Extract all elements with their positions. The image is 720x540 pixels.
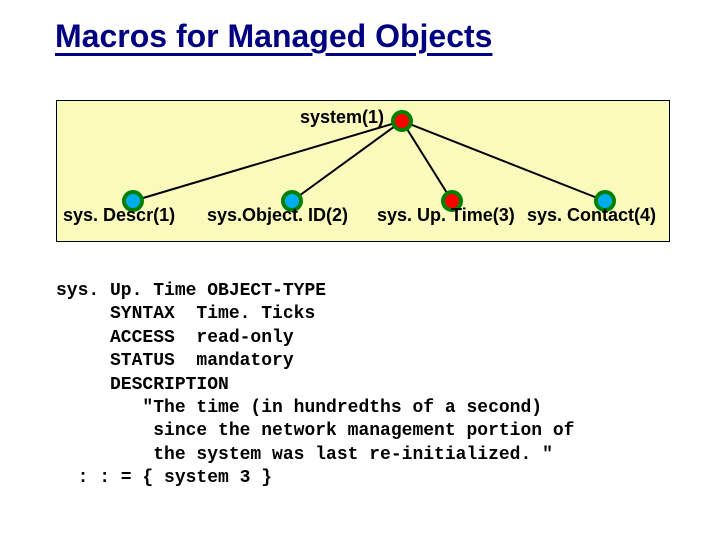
- tree-edge: [402, 121, 452, 201]
- macro-line: DESCRIPTION: [56, 375, 229, 395]
- macro-definition: sys. Up. Time OBJECT-TYPE SYNTAX Time. T…: [56, 280, 668, 491]
- leaf-label-syscontact: sys. Contact(4): [527, 205, 656, 226]
- root-node-icon: [393, 112, 411, 130]
- macro-line: the system was last re-initialized. ": [56, 445, 553, 465]
- macro-line: SYNTAX Time. Ticks: [56, 304, 315, 324]
- slide-title: Macros for Managed Objects: [55, 18, 492, 55]
- macro-line: : : = { system 3 }: [56, 468, 272, 488]
- leaf-label-sysobjectid: sys.Object. ID(2): [207, 205, 348, 226]
- root-node-label: system(1): [57, 107, 384, 128]
- macro-line: since the network management portion of: [56, 421, 574, 441]
- tree-edge: [402, 121, 605, 201]
- macro-line: ACCESS read-only: [56, 328, 294, 348]
- macro-line: sys. Up. Time OBJECT-TYPE: [56, 281, 326, 301]
- leaf-label-sysdescr: sys. Descr(1): [63, 205, 175, 226]
- leaf-label-sysuptime: sys. Up. Time(3): [377, 205, 515, 226]
- tree-edge: [133, 121, 402, 201]
- tree-diagram: system(1) sys. Descr(1) sys.Object. ID(2…: [56, 100, 670, 242]
- tree-edge: [292, 121, 402, 201]
- macro-line: "The time (in hundredths of a second): [56, 398, 542, 418]
- macro-line: STATUS mandatory: [56, 351, 294, 371]
